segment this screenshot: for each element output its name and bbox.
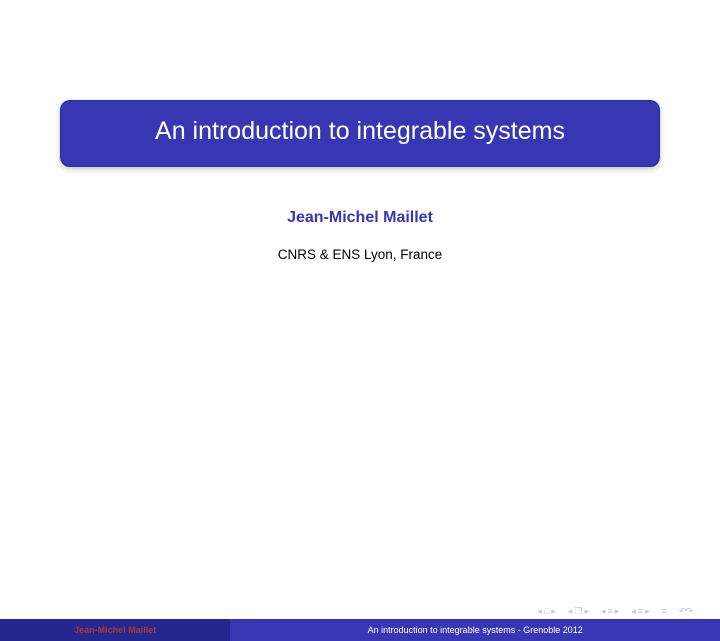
doc-icon: ❐: [574, 607, 582, 616]
nav-section-next[interactable]: ◂ ≡ ▸: [631, 607, 649, 616]
nav-goto[interactable]: ≡: [662, 606, 667, 616]
triangle-left-icon: ◂: [537, 607, 542, 616]
author-name: Jean-Michel Maillet: [0, 209, 720, 227]
slide-title: An introduction to integrable systems: [155, 117, 565, 145]
triangle-left-icon: ◂: [601, 607, 606, 616]
triangle-left-icon: ◂: [568, 607, 573, 616]
footline-author: Jean-Michel Maillet: [0, 619, 230, 641]
footer: ◂ □ ▸ ◂ ❐ ▸ ◂ ≡ ▸ ◂ ≡ ▸ ≡ ↶↷ Jean-M: [0, 603, 720, 641]
triangle-right-icon: ▸: [584, 607, 589, 616]
nav-symbols: ◂ □ ▸ ◂ ❐ ▸ ◂ ≡ ▸ ◂ ≡ ▸ ≡ ↶↷: [0, 603, 720, 619]
slide: An introduction to integrable systems Je…: [0, 100, 720, 641]
author-affiliation: CNRS & ENS Lyon, France: [0, 247, 720, 262]
bars-icon: ≡: [608, 607, 613, 616]
triangle-left-icon: ◂: [631, 607, 636, 616]
nav-frame[interactable]: ◂ □ ▸: [537, 607, 556, 616]
title-box: An introduction to integrable systems: [60, 100, 660, 167]
triangle-right-icon: ▸: [615, 607, 620, 616]
nav-back-forward[interactable]: ↶↷: [679, 606, 692, 617]
nav-section-prev[interactable]: ◂ ≡ ▸: [601, 607, 619, 616]
nav-subsection[interactable]: ◂ ❐ ▸: [568, 607, 589, 616]
square-icon: □: [544, 607, 549, 616]
bars-icon: ≡: [638, 607, 643, 616]
triangle-right-icon: ▸: [551, 607, 556, 616]
triangle-right-icon: ▸: [645, 607, 650, 616]
footline: Jean-Michel Maillet An introduction to i…: [0, 619, 720, 641]
footline-title: An introduction to integrable systems - …: [230, 619, 720, 641]
